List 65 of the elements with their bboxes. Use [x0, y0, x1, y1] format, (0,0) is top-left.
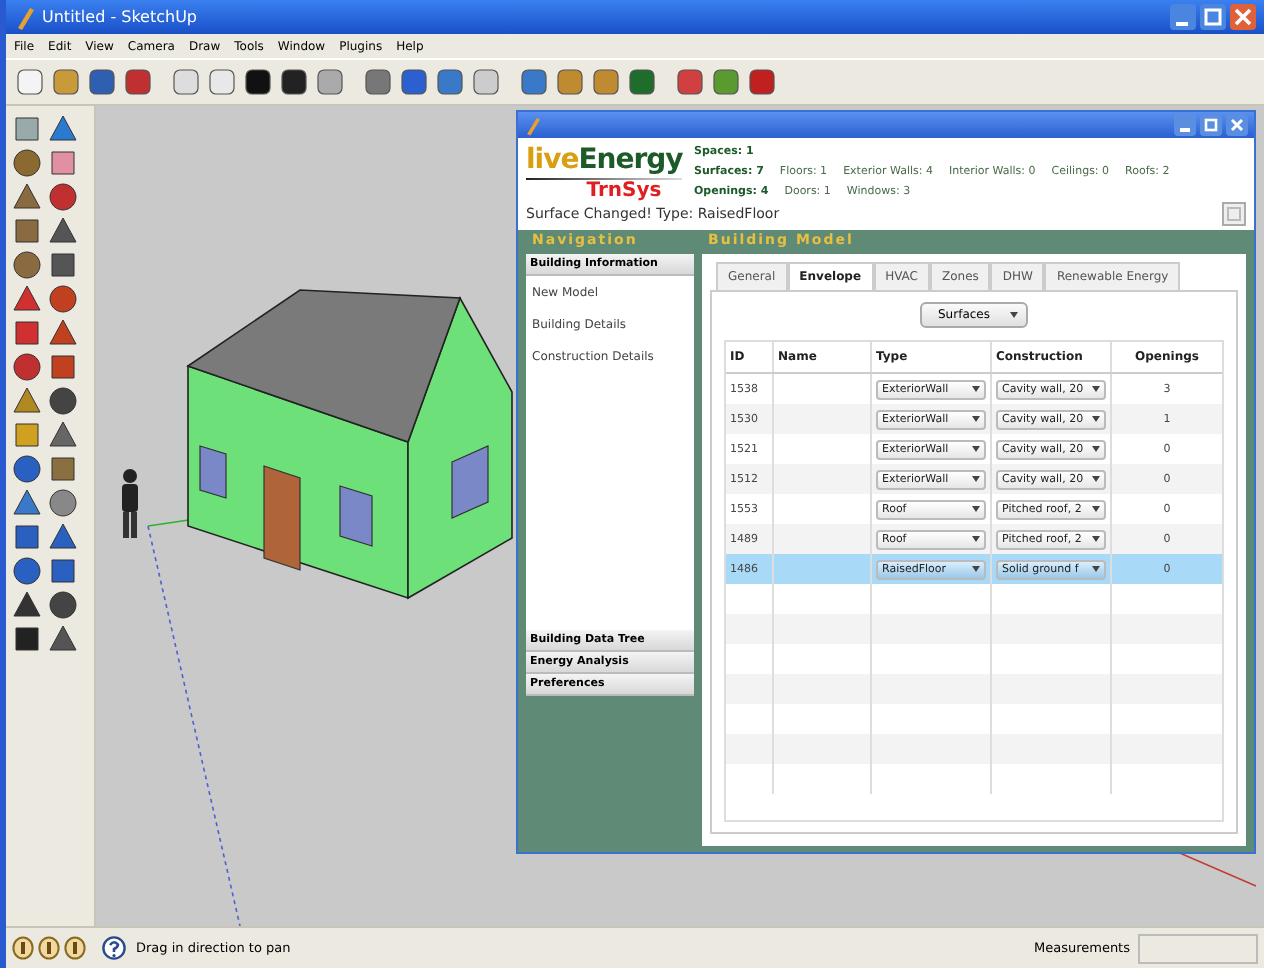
pencil-icon [524, 115, 540, 135]
tool-icon[interactable] [12, 624, 42, 654]
tool-icon[interactable] [48, 590, 78, 620]
tool-icon[interactable] [12, 590, 42, 620]
caret-icon [1092, 386, 1100, 392]
tool-icon[interactable] [278, 66, 310, 98]
tool-icon[interactable] [12, 250, 42, 280]
tool-icon[interactable] [12, 284, 42, 314]
tool-icon[interactable] [48, 284, 78, 314]
caret-icon [1092, 566, 1100, 572]
tool-icon[interactable] [48, 318, 78, 348]
caret-icon [1009, 312, 1018, 318]
tool-icon[interactable] [48, 216, 78, 246]
tool-icon[interactable] [48, 114, 78, 144]
caret-icon [1092, 446, 1100, 452]
tool-icon[interactable] [48, 522, 78, 552]
tool-icon[interactable] [12, 216, 42, 246]
caret-icon [1092, 536, 1100, 542]
maximize-icon[interactable] [1200, 114, 1222, 136]
tool-icon[interactable] [12, 488, 42, 518]
tool-icon[interactable] [48, 454, 78, 484]
tool-icon[interactable] [48, 420, 78, 450]
pencil-icon [14, 5, 34, 29]
logo-text: Energy [578, 144, 683, 176]
caret-icon [1092, 476, 1100, 482]
maximize-icon[interactable] [1200, 4, 1226, 30]
caret-icon [972, 446, 980, 452]
window-title: Untitled - SketchUp [42, 8, 198, 26]
tool-icon[interactable] [12, 182, 42, 212]
tool-icon[interactable] [48, 556, 78, 586]
tool-icon[interactable] [12, 318, 42, 348]
close-icon[interactable] [1230, 4, 1256, 30]
caret-icon [972, 506, 980, 512]
tool-icon[interactable] [746, 66, 778, 98]
help-icon[interactable] [102, 936, 126, 960]
caret-icon [972, 416, 980, 422]
tool-icon[interactable] [12, 556, 42, 586]
tool-icon[interactable] [12, 522, 42, 552]
tool-icon[interactable] [12, 386, 42, 416]
logo-subtitle: TrnSys [586, 180, 662, 202]
tool-icon[interactable] [122, 66, 154, 98]
tool-icon[interactable] [12, 148, 42, 178]
logo-text: live [526, 144, 579, 176]
caret-icon [1092, 506, 1100, 512]
caret-icon [972, 536, 980, 542]
tool-icon[interactable] [12, 454, 42, 484]
measurements-field[interactable] [1138, 933, 1258, 963]
tool-icon[interactable] [626, 66, 658, 98]
caret-icon [972, 476, 980, 482]
tool-icon[interactable] [12, 352, 42, 382]
caret-icon [972, 386, 980, 392]
person-figure [122, 469, 138, 538]
tool-icon[interactable] [242, 66, 274, 98]
tool-icon[interactable] [48, 352, 78, 382]
tool-icon[interactable] [48, 182, 78, 212]
tool-icon[interactable] [48, 250, 78, 280]
tool-icon[interactable] [48, 624, 78, 654]
close-icon[interactable] [1226, 114, 1248, 136]
model-viewport[interactable] [96, 106, 1264, 926]
tool-icon[interactable] [48, 488, 78, 518]
caret-icon [1092, 416, 1100, 422]
minimize-icon[interactable] [1174, 114, 1196, 136]
minimize-icon[interactable] [1170, 4, 1196, 30]
caret-icon [972, 566, 980, 572]
tool-icon[interactable] [48, 386, 78, 416]
